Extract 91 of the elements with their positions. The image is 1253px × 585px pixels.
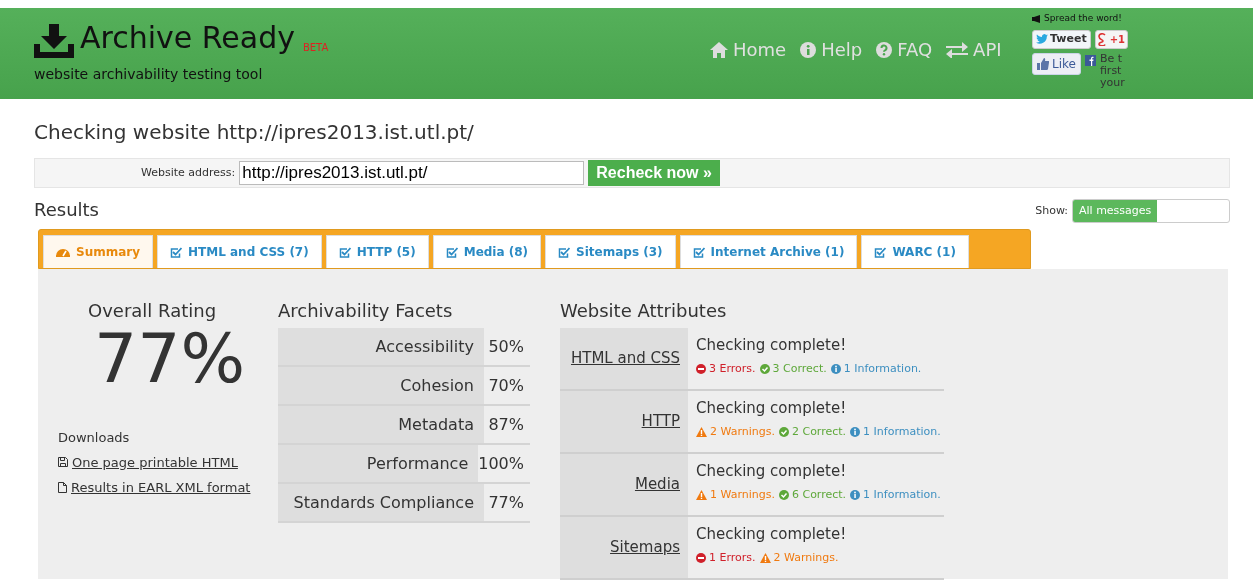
bird-icon <box>1036 34 1048 44</box>
nav-link[interactable]: Home <box>710 36 787 63</box>
facebook-text: Be t <box>1099 52 1124 65</box>
result-count: 1 Errors. <box>696 549 756 566</box>
checkbox-icon <box>692 246 705 258</box>
attribute-link[interactable]: HTTP <box>641 410 680 433</box>
facebook-text: your <box>1099 76 1125 89</box>
home-icon <box>710 41 728 58</box>
results-heading: Results <box>34 198 99 222</box>
facet-name: Metadata <box>278 406 484 443</box>
checkbox-icon <box>338 246 351 258</box>
facet-name: Cohesion <box>278 367 484 404</box>
show-label: Show: <box>1035 202 1068 219</box>
facet-name: Standards Compliance <box>278 484 484 521</box>
facet-value: 87% <box>487 413 525 436</box>
facet-name: Accessibility <box>278 328 484 365</box>
question-icon <box>876 41 893 58</box>
checkbox-icon <box>558 246 571 258</box>
checkbox-icon <box>874 246 887 258</box>
check-circle-icon <box>759 363 770 374</box>
dashboard-icon <box>56 247 70 257</box>
plus-one-button[interactable]: +1 <box>1094 29 1128 49</box>
like-button[interactable]: Like <box>1032 52 1081 75</box>
warning-icon <box>696 489 707 500</box>
result-count: 1 Warnings. <box>696 486 775 503</box>
overall-rating-value: 77% <box>94 324 246 394</box>
facet-value: 70% <box>487 374 525 397</box>
status-text: Checking complete! <box>696 335 847 356</box>
exchange-icon <box>946 41 969 58</box>
field-label: Website address: <box>141 164 236 181</box>
result-count: 2 Warnings. <box>696 423 775 440</box>
status-text: Checking complete! <box>696 398 847 419</box>
tab[interactable]: HTML and CSS (7) <box>157 235 322 268</box>
facebook-text: first <box>1099 64 1123 77</box>
info-icon <box>850 426 861 437</box>
download-link[interactable]: One page printable HTML <box>58 452 238 472</box>
checkbox-icon <box>170 246 183 258</box>
recheck-button[interactable]: Recheck now » <box>588 160 720 186</box>
checkbox-icon <box>445 246 458 258</box>
facet-value: 50% <box>487 335 525 358</box>
tab[interactable]: HTTP (5) <box>325 235 429 268</box>
result-count: 6 Correct. <box>778 486 847 503</box>
check-circle-icon <box>778 426 789 437</box>
tweet-button[interactable]: Tweet <box>1032 29 1091 49</box>
attributes-title: Website Attributes <box>560 299 727 323</box>
status-text: Checking complete! <box>696 461 847 482</box>
result-count: 2 Correct. <box>778 423 847 440</box>
website-address-field[interactable]: http://ipres2013.ist.utl.pt/ <box>239 161 585 185</box>
attribute-link[interactable]: Media <box>634 473 680 496</box>
download-link[interactable]: Results in EARL XML format <box>58 478 251 498</box>
nav-link[interactable]: FAQ <box>876 36 933 63</box>
check-circle-icon <box>778 489 789 500</box>
warning-icon <box>759 552 771 563</box>
download-icon <box>34 24 74 58</box>
overall-rating-title: Overall Rating <box>88 299 217 323</box>
page-title: Checking website http://ipres2013.ist.utl.pt/ <box>34 119 474 145</box>
share-title: Spread the word! <box>1044 12 1122 25</box>
tab[interactable]: Summary <box>43 235 154 268</box>
megaphone-icon <box>1032 14 1041 23</box>
facet-value: 77% <box>487 491 525 514</box>
result-count: 2 Warnings. <box>759 549 839 566</box>
facet-value: 100% <box>478 452 525 475</box>
info-icon <box>830 363 841 374</box>
nav-link[interactable]: Help <box>800 36 863 63</box>
status-text: Checking complete! <box>696 524 847 545</box>
message-filter-toggle[interactable]: All messages <box>1072 199 1230 223</box>
tab[interactable]: Internet Archive (1) <box>679 235 858 268</box>
tab[interactable]: Media (8) <box>432 235 542 268</box>
facets-title: Archivability Facets <box>278 299 453 323</box>
info-icon <box>800 41 817 58</box>
filter-option[interactable]: All messages <box>1073 200 1158 222</box>
tab[interactable]: WARC (1) <box>861 235 969 268</box>
beta-label: BETA <box>302 41 329 55</box>
warning-icon <box>696 426 707 437</box>
info-icon <box>850 489 861 500</box>
thumbs-up-icon <box>1037 57 1049 70</box>
minus-circle-icon <box>696 363 706 374</box>
logo-text: Archive Ready <box>80 19 295 57</box>
result-count: 3 Correct. <box>759 360 827 377</box>
downloads-title: Downloads <box>58 429 130 447</box>
file-icon <box>58 482 67 494</box>
result-count: 1 Information. <box>830 360 922 377</box>
result-count: 3 Errors. <box>696 360 756 377</box>
facet-name: Performance <box>278 445 479 482</box>
nav-link[interactable]: API <box>946 36 1002 63</box>
result-count: 1 Information. <box>850 423 941 440</box>
tab[interactable]: Sitemaps (3) <box>545 235 676 268</box>
facebook-icon <box>1084 54 1096 66</box>
minus-circle-icon <box>696 552 706 563</box>
tagline: website archivability testing tool <box>34 65 263 84</box>
result-count: 1 Information. <box>850 486 941 503</box>
